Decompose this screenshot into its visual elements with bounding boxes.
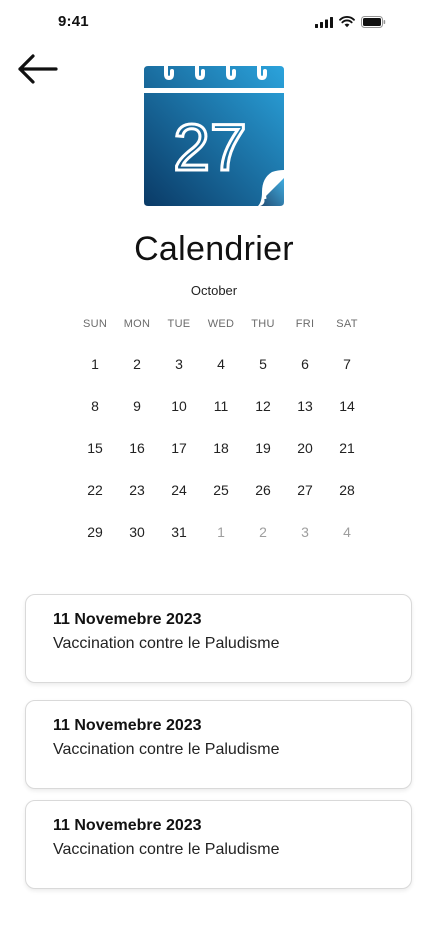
calendar-day[interactable]: 19 <box>242 438 284 458</box>
calendar-day[interactable]: 6 <box>284 354 326 374</box>
calendar-day-next-month[interactable]: 2 <box>242 522 284 542</box>
calendar-day[interactable]: 28 <box>326 480 368 500</box>
calendar-day[interactable]: 21 <box>326 438 368 458</box>
event-title: Vaccination contre le Paludisme <box>53 741 280 758</box>
calendar-day[interactable]: 25 <box>200 480 242 500</box>
cellular-signal-icon <box>315 16 333 28</box>
wifi-icon <box>339 16 355 28</box>
calendar-day[interactable]: 14 <box>326 396 368 416</box>
calendar-day[interactable]: 24 <box>158 480 200 500</box>
calendar-day[interactable]: 7 <box>326 354 368 374</box>
battery-icon <box>361 16 386 28</box>
calendar-day[interactable]: 26 <box>242 480 284 500</box>
calendar-day[interactable]: 10 <box>158 396 200 416</box>
calendar-day[interactable]: 16 <box>116 438 158 458</box>
event-title: Vaccination contre le Paludisme <box>53 841 280 858</box>
calendar-day-next-month[interactable]: 3 <box>284 522 326 542</box>
calendar-week-row: 22 23 24 25 26 27 28 <box>74 480 368 500</box>
weekday-label: MON <box>123 318 151 330</box>
calendar-day[interactable]: 12 <box>242 396 284 416</box>
event-card[interactable]: 11 Novemebre 2023 Vaccination contre le … <box>25 800 412 889</box>
calendar-week-row: 1 2 3 4 5 6 7 <box>74 354 368 374</box>
calendar-week-row: 29 30 31 1 2 3 4 <box>74 522 368 542</box>
page-title: Calendrier <box>134 230 294 268</box>
weekday-header-row: SUN MON TUE WED THU FRI SAT <box>74 318 368 332</box>
calendar-grid: SUN MON TUE WED THU FRI SAT 1 2 3 4 5 6 … <box>74 318 368 564</box>
calendar-week-row: 8 9 10 11 12 13 14 <box>74 396 368 416</box>
calendar-day[interactable]: 17 <box>158 438 200 458</box>
weekday-label: SAT <box>336 318 358 330</box>
back-button[interactable] <box>14 50 62 88</box>
event-date: 11 Novemebre 2023 <box>53 717 202 734</box>
calendar-day[interactable]: 15 <box>74 438 116 458</box>
calendar-day[interactable]: 31 <box>158 522 200 542</box>
calendar-week-row: 15 16 17 18 19 20 21 <box>74 438 368 458</box>
calendar-day[interactable]: 13 <box>284 396 326 416</box>
calendar-day[interactable]: 30 <box>116 522 158 542</box>
calendar-day[interactable]: 2 <box>116 354 158 374</box>
weekday-label: WED <box>207 318 235 330</box>
status-time: 9:41 <box>58 13 89 30</box>
status-icons <box>315 16 386 28</box>
calendar-icon: 27 <box>140 52 288 210</box>
calendar-day[interactable]: 29 <box>74 522 116 542</box>
month-label: October <box>190 283 238 298</box>
calendar-day[interactable]: 3 <box>158 354 200 374</box>
calendar-day-next-month[interactable]: 1 <box>200 522 242 542</box>
calendar-day[interactable]: 1 <box>74 354 116 374</box>
weekday-label: FRI <box>295 318 315 330</box>
weekday-label: TUE <box>167 318 191 330</box>
back-arrow-icon <box>18 54 58 84</box>
event-card[interactable]: 11 Novemebre 2023 Vaccination contre le … <box>25 700 412 789</box>
calendar-day[interactable]: 23 <box>116 480 158 500</box>
weekday-label: SUN <box>82 318 108 330</box>
calendar-day[interactable]: 11 <box>200 396 242 416</box>
calendar-day[interactable]: 4 <box>200 354 242 374</box>
calendar-icon-day: 27 <box>173 110 246 184</box>
calendar-day[interactable]: 9 <box>116 396 158 416</box>
event-date: 11 Novemebre 2023 <box>53 817 202 834</box>
calendar-day[interactable]: 5 <box>242 354 284 374</box>
calendar-day-next-month[interactable]: 4 <box>326 522 368 542</box>
calendar-day[interactable]: 22 <box>74 480 116 500</box>
calendar-day[interactable]: 8 <box>74 396 116 416</box>
event-title: Vaccination contre le Paludisme <box>53 635 280 652</box>
calendar-day[interactable]: 20 <box>284 438 326 458</box>
calendar-day[interactable]: 27 <box>284 480 326 500</box>
calendar-day[interactable]: 18 <box>200 438 242 458</box>
weekday-label: THU <box>251 318 275 330</box>
status-bar: 9:41 <box>0 0 428 44</box>
event-card[interactable]: 11 Novemebre 2023 Vaccination contre le … <box>25 594 412 683</box>
event-date: 11 Novemebre 2023 <box>53 611 202 628</box>
